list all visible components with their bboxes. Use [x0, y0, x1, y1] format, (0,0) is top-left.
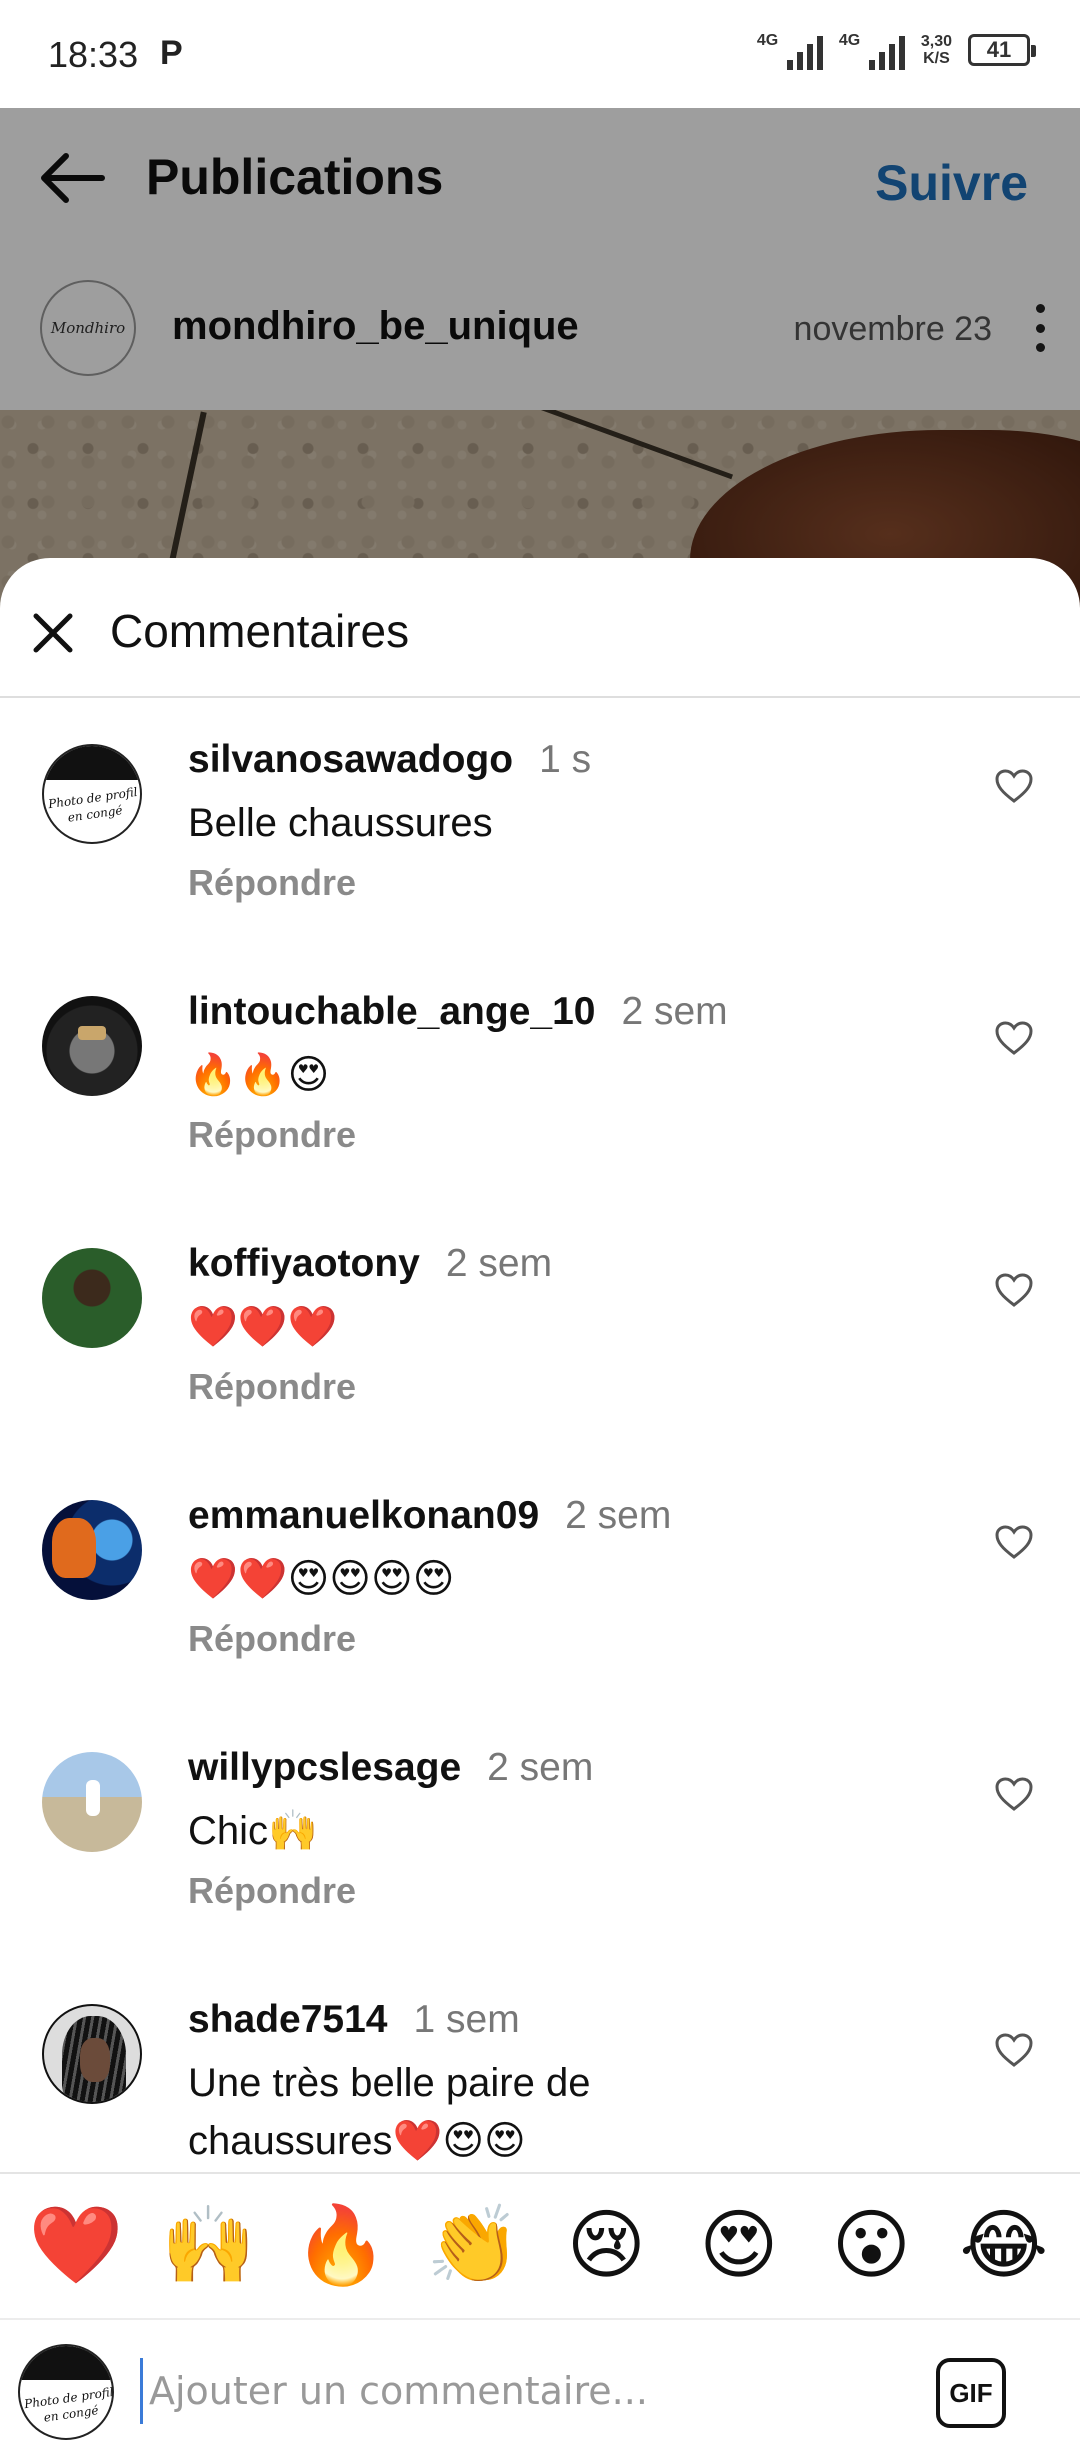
comment-text: Une très belle paire de chaussures❤️😍😍 [188, 2061, 591, 2163]
comment-username-text[interactable]: shade7514 [188, 1998, 387, 2041]
reply-button[interactable]: Répondre [188, 1366, 356, 1408]
comment-time: 1 sem [413, 1998, 520, 2041]
emoji-heart-button[interactable]: ❤️ [21, 2208, 131, 2284]
comment-text: 🔥🔥😍 [188, 1053, 330, 1097]
comment-username[interactable]: emmanuelkonan09 2 sem [188, 1494, 671, 1538]
comments-title: Commentaires [110, 605, 410, 657]
modal-overlay[interactable] [0, 108, 1080, 628]
avatar-caption: Photo de profil en congé [23, 2384, 114, 2425]
comment-username-text[interactable]: emmanuelkonan09 [188, 1494, 539, 1537]
comments-header: Commentaires [0, 558, 1080, 698]
comment-username[interactable]: silvanosawadogo 1 s [188, 738, 591, 782]
network-type-2: 4G [838, 32, 861, 49]
heart-icon[interactable] [994, 1020, 1034, 1056]
comment-text: ❤️❤️❤️ [188, 1305, 338, 1349]
commenter-avatar[interactable] [42, 2004, 142, 2104]
comment-username[interactable]: shade7514 1 sem [188, 1998, 520, 2042]
reply-button[interactable]: Répondre [188, 1870, 356, 1912]
comment-text: Chic🙌 [188, 1809, 318, 1853]
comment-input[interactable] [140, 2358, 880, 2424]
comment-time: 1 s [539, 738, 592, 781]
parking-notification-icon: P [160, 34, 183, 72]
heart-icon[interactable] [994, 2032, 1034, 2068]
network-speed-value: 3,30 [920, 33, 952, 50]
status-indicators: 4G 4G 3,30 K/S 41 [757, 30, 1036, 70]
comment-item: willypcslesage 2 sem Chic🙌 Répondre [0, 1746, 1080, 1992]
heart-icon[interactable] [994, 768, 1034, 804]
comment-username[interactable]: willypcslesage 2 sem [188, 1746, 593, 1790]
emoji-fire-button[interactable]: 🔥 [286, 2208, 396, 2284]
comment-username-text[interactable]: silvanosawadogo [188, 738, 513, 781]
comment-username-text[interactable]: koffiyaotony [188, 1242, 420, 1285]
comment-username-text[interactable]: lintouchable_ange_10 [188, 990, 595, 1033]
status-time: 18:33 [48, 34, 139, 75]
status-bar: 18:33 P 4G 4G 3,30 K/S 41 [0, 0, 1080, 108]
battery-level: 41 [986, 37, 1012, 62]
comment-time: 2 sem [445, 1242, 553, 1285]
commenter-avatar[interactable] [42, 1248, 142, 1348]
comment-text: Belle chaussures [188, 801, 493, 845]
reply-button[interactable]: Répondre [188, 1114, 356, 1156]
heart-icon[interactable] [994, 1272, 1034, 1308]
comment-time: 2 sem [487, 1746, 594, 1789]
battery-icon: 41 [968, 34, 1036, 66]
signal-icon-2: 4G [839, 30, 905, 70]
comment-item: koffiyaotony 2 sem ❤️❤️❤️ Répondre [0, 1242, 1080, 1488]
comment-time: 2 sem [565, 1494, 672, 1537]
network-type-1: 4G [756, 32, 779, 49]
commenter-avatar[interactable] [42, 1752, 142, 1852]
reply-button[interactable]: Répondre [188, 862, 356, 904]
network-speed-unit: K/S [923, 50, 950, 67]
comment-text: ❤️❤️😍😍😍😍 [188, 1557, 455, 1601]
network-speed: 3,30 K/S [921, 33, 952, 67]
emoji-heart-eyes-button[interactable]: 😍 [684, 2208, 794, 2284]
signal-icon-1: 4G [757, 30, 823, 70]
avatar-caption: Photo de profil en congé [47, 784, 139, 825]
comment-composer: Photo de profil en congé GIF [0, 2318, 1080, 2460]
gif-button[interactable]: GIF [936, 2358, 1006, 2428]
close-icon[interactable] [30, 610, 76, 656]
comment-time: 2 sem [621, 990, 728, 1033]
comment-item: lintouchable_ange_10 2 sem 🔥🔥😍 Répondre [0, 990, 1080, 1236]
comment-username-text[interactable]: willypcslesage [188, 1746, 461, 1789]
emoji-clap-button[interactable]: 👏 [419, 2208, 529, 2284]
gif-label: GIF [949, 2377, 993, 2408]
comment-username[interactable]: koffiyaotony 2 sem [188, 1242, 552, 1286]
comment-item: emmanuelkonan09 2 sem ❤️❤️😍😍😍😍 Répondre [0, 1494, 1080, 1740]
comment-username[interactable]: lintouchable_ange_10 2 sem [188, 990, 728, 1034]
quick-reaction-bar: ❤️ 🙌 🔥 👏 😢 😍 😮 😂 [0, 2172, 1080, 2318]
heart-icon[interactable] [994, 1776, 1034, 1812]
my-avatar: Photo de profil en congé [18, 2344, 114, 2440]
emoji-laughing-button[interactable]: 😂 [949, 2208, 1059, 2284]
commenter-avatar[interactable]: Photo de profil en congé [42, 744, 142, 844]
emoji-surprised-button[interactable]: 😮 [816, 2208, 926, 2284]
commenter-avatar[interactable] [42, 1500, 142, 1600]
reply-button[interactable]: Répondre [188, 1618, 356, 1660]
emoji-crying-button[interactable]: 😢 [551, 2208, 661, 2284]
commenter-avatar[interactable] [42, 996, 142, 1096]
heart-icon[interactable] [994, 1524, 1034, 1560]
emoji-raised-hands-button[interactable]: 🙌 [154, 2208, 264, 2284]
comment-item: Photo de profil en congé silvanosawadogo… [0, 738, 1080, 984]
